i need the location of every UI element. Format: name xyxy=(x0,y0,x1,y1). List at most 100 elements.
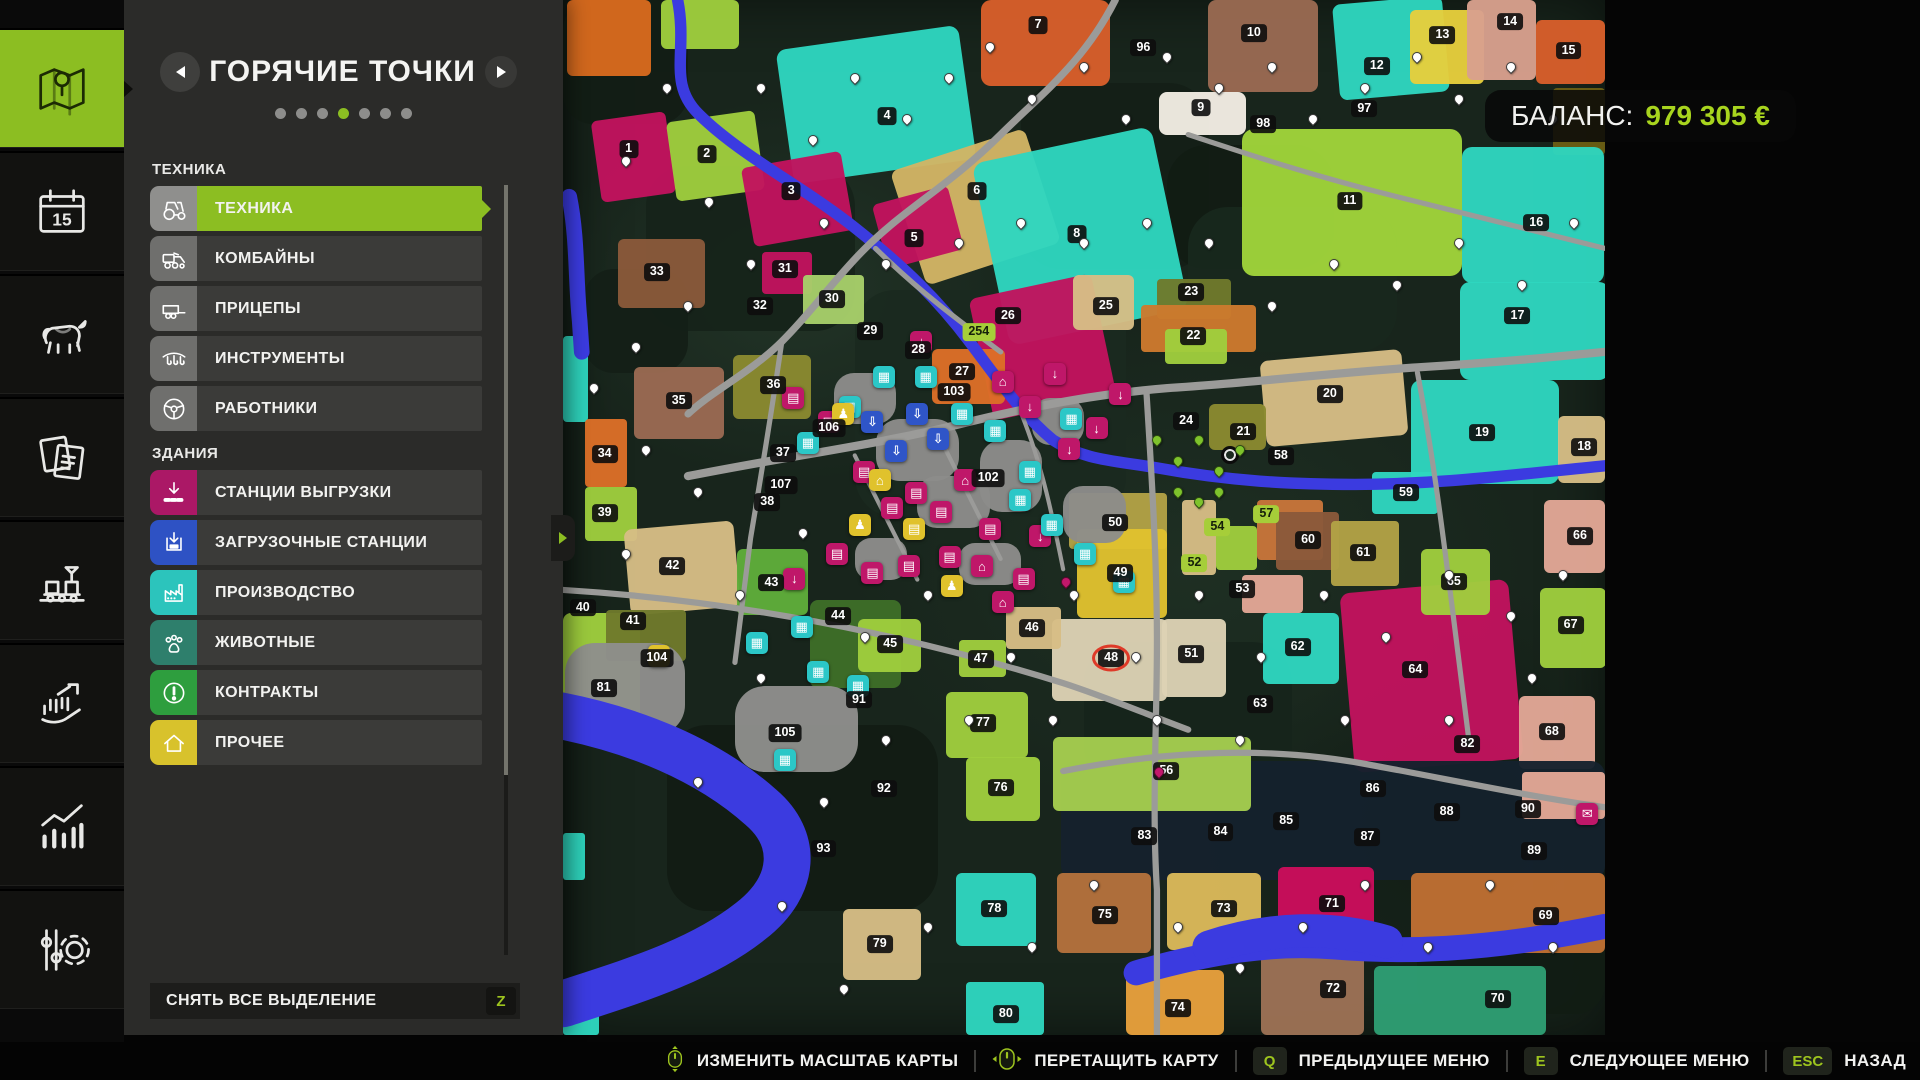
map-field-badge-20[interactable]: 20 xyxy=(1317,385,1343,403)
map-field-badge-70[interactable]: 70 xyxy=(1485,990,1511,1008)
map-field-badge-34[interactable]: 34 xyxy=(592,445,618,463)
map-poi-icon[interactable]: ▤ xyxy=(979,518,1001,540)
map-poi-icon[interactable]: ▦ xyxy=(951,403,973,425)
map-poi-icon[interactable]: ↓ xyxy=(1019,396,1041,418)
sidebar-tab-production[interactable] xyxy=(0,520,124,640)
map-poi-icon[interactable]: ✉ xyxy=(1576,803,1598,825)
map-field-badge-30[interactable]: 30 xyxy=(819,290,845,308)
map-poi-icon[interactable]: ⌂ xyxy=(992,591,1014,613)
map-poi-icon[interactable]: ↓ xyxy=(1086,417,1108,439)
map-field-badge-32[interactable]: 32 xyxy=(747,297,773,315)
map-field-badge-75[interactable]: 75 xyxy=(1092,906,1118,924)
map-poi-icon[interactable]: ▤ xyxy=(903,518,925,540)
map-field-badge-57[interactable]: 57 xyxy=(1253,506,1279,524)
map-poi-icon[interactable]: ▤ xyxy=(826,543,848,565)
sidebar-tab-finances[interactable] xyxy=(0,643,124,763)
map-poi-icon[interactable]: ⇩ xyxy=(885,440,907,462)
map-field-badge-10[interactable]: 10 xyxy=(1241,24,1267,42)
map-field-badge-91[interactable]: 91 xyxy=(846,691,872,709)
map-field-badge-73[interactable]: 73 xyxy=(1211,900,1237,918)
map-field-badge-2[interactable]: 2 xyxy=(697,145,716,163)
map-poi-icon[interactable]: ♟ xyxy=(941,575,963,597)
map-field-badge-93[interactable]: 93 xyxy=(811,840,837,858)
menu-item-trailers[interactable]: ПРИЦЕПЫ xyxy=(150,286,482,331)
map-field-badge-68[interactable]: 68 xyxy=(1539,723,1565,741)
map-field-badge-87[interactable]: 87 xyxy=(1354,828,1380,846)
map-field-badge-89[interactable]: 89 xyxy=(1521,842,1547,860)
map-poi-icon[interactable]: ▤ xyxy=(939,546,961,568)
map-poi-icon[interactable]: ▦ xyxy=(1041,514,1063,536)
map-field-badge-67[interactable]: 67 xyxy=(1558,616,1584,634)
map-field-badge-79[interactable]: 79 xyxy=(867,935,893,953)
map-poi-icon[interactable]: ⇩ xyxy=(861,411,883,433)
map-field-badge-14[interactable]: 14 xyxy=(1497,13,1523,31)
map-field-badge-11[interactable]: 11 xyxy=(1337,192,1362,210)
map-poi-icon[interactable]: ▤ xyxy=(881,497,903,519)
map-field-badge-41[interactable]: 41 xyxy=(620,612,646,630)
map-field-badge-38[interactable]: 38 xyxy=(754,493,780,511)
map-field-badge-60[interactable]: 60 xyxy=(1295,531,1321,549)
map-field-badge-78[interactable]: 78 xyxy=(981,900,1007,918)
hint-mouse-drag-icon[interactable]: ПЕРЕТАЩИТЬ КАРТУ xyxy=(992,1045,1218,1078)
sidebar-tab-animals[interactable] xyxy=(0,274,124,394)
map-poi-icon[interactable]: ▦ xyxy=(807,661,829,683)
map-poi-icon[interactable]: ↓ xyxy=(1044,363,1066,385)
map-poi-icon[interactable]: ▦ xyxy=(915,366,937,388)
map-poi-icon[interactable]: ↓ xyxy=(1058,438,1080,460)
map-field-badge-46[interactable]: 46 xyxy=(1019,619,1045,637)
map-poi-icon[interactable]: ▦ xyxy=(1009,489,1031,511)
sidebar-tab-contracts[interactable] xyxy=(0,397,124,517)
map-field-badge-42[interactable]: 42 xyxy=(659,557,685,575)
map-poi-icon[interactable]: ▤ xyxy=(861,562,883,584)
map-field-badge-84[interactable]: 84 xyxy=(1208,823,1234,841)
hint-key-q[interactable]: QПРЕДЫДУЩЕЕ МЕНЮ xyxy=(1253,1047,1490,1075)
map-field-badge-40[interactable]: 40 xyxy=(570,599,596,617)
map-field-badge-9[interactable]: 9 xyxy=(1191,99,1210,117)
map-poi-icon[interactable]: ↓ xyxy=(783,568,805,590)
map-field-badge-97[interactable]: 97 xyxy=(1351,100,1377,118)
map-field-badge-105[interactable]: 105 xyxy=(769,724,802,742)
map-poi-icon[interactable]: ▦ xyxy=(746,632,768,654)
map-field-badge-39[interactable]: 39 xyxy=(592,504,618,522)
map-field-badge-81[interactable]: 81 xyxy=(591,679,617,697)
map-poi-icon[interactable]: ⌂ xyxy=(971,555,993,577)
menu-scrollbar[interactable] xyxy=(504,185,508,955)
hint-key-esc[interactable]: ESCНАЗАД xyxy=(1783,1047,1906,1075)
map-field-badge-7[interactable]: 7 xyxy=(1029,16,1048,34)
map-field-badge-107[interactable]: 107 xyxy=(764,477,797,495)
map-field-badge-18[interactable]: 18 xyxy=(1571,438,1597,456)
map-field-badge-33[interactable]: 33 xyxy=(644,263,670,281)
hint-key-e[interactable]: EСЛЕДУЮЩЕЕ МЕНЮ xyxy=(1524,1047,1750,1075)
map-field-badge-62[interactable]: 62 xyxy=(1285,638,1311,656)
map-poi-icon[interactable]: ↓ xyxy=(1109,383,1131,405)
menu-item-tools[interactable]: ИНСТРУМЕНТЫ xyxy=(150,336,482,381)
menu-item-loading-stations[interactable]: ЗАГРУЗОЧНЫЕ СТАНЦИИ xyxy=(150,520,482,565)
map-poi-icon[interactable]: ▤ xyxy=(898,555,920,577)
map-field-badge-61[interactable]: 61 xyxy=(1350,544,1376,562)
map-field-badge-27[interactable]: 27 xyxy=(949,363,975,381)
map-field-badge-29[interactable]: 29 xyxy=(857,322,883,340)
map-field-badge-54[interactable]: 54 xyxy=(1204,518,1230,536)
map-field-badge-103[interactable]: 103 xyxy=(937,383,970,401)
menu-item-vehicles[interactable]: ТЕХНИКА xyxy=(150,186,482,231)
hint-mouse-scroll-icon[interactable]: ИЗМЕНИТЬ МАСШТАБ КАРТЫ xyxy=(665,1044,959,1079)
map-field-badge-58[interactable]: 58 xyxy=(1268,448,1294,466)
map-poi-icon[interactable]: ▦ xyxy=(1060,408,1082,430)
map-field-badge-106[interactable]: 106 xyxy=(812,420,845,438)
map-field-badge-69[interactable]: 69 xyxy=(1533,907,1559,925)
map-field-badge-90[interactable]: 90 xyxy=(1515,800,1541,818)
map-field-badge-50[interactable]: 50 xyxy=(1102,514,1128,532)
map-field-badge-12[interactable]: 12 xyxy=(1364,57,1390,75)
clear-selection-button[interactable]: СНЯТЬ ВСЕ ВЫДЕЛЕНИЕ Z xyxy=(150,983,520,1019)
sidebar-tab-statistics[interactable] xyxy=(0,766,124,886)
map-poi-icon[interactable]: ▤ xyxy=(1013,568,1035,590)
map-poi-icon[interactable]: ▦ xyxy=(1074,543,1096,565)
map-poi-icon[interactable]: ⇩ xyxy=(927,428,949,450)
menu-item-workers[interactable]: РАБОТНИКИ xyxy=(150,386,482,431)
map-field-badge-64[interactable]: 64 xyxy=(1402,661,1428,679)
map-field-badge-49[interactable]: 49 xyxy=(1108,565,1134,583)
menu-item-unload-stations[interactable]: СТАНЦИИ ВЫГРУЗКИ xyxy=(150,470,482,515)
map-field-badge-13[interactable]: 13 xyxy=(1429,26,1455,44)
map-field-badge-85[interactable]: 85 xyxy=(1273,812,1299,830)
map-field-badge-86[interactable]: 86 xyxy=(1360,780,1386,798)
